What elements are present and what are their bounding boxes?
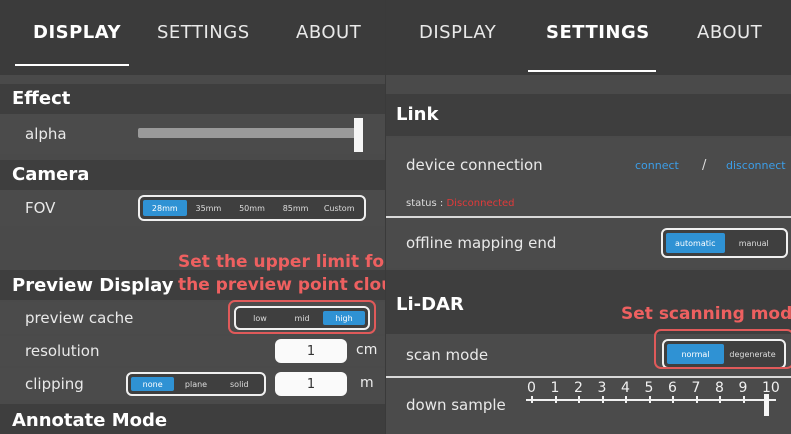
- active-tab-indicator: [15, 64, 129, 66]
- resolution-unit: cm: [356, 342, 378, 358]
- tab-bar: DISPLAY SETTINGS ABOUT: [386, 0, 791, 75]
- fov-option-custom[interactable]: Custom: [317, 200, 361, 216]
- offline-mapping-row: offline mapping end automatic manual: [386, 218, 791, 268]
- down-sample-label: down sample: [406, 396, 506, 414]
- fov-label: FOV: [25, 199, 56, 217]
- annotation-highlight-box: [228, 300, 376, 334]
- down-sample-tick-label: 4: [621, 380, 630, 396]
- down-sample-tick: [601, 396, 604, 403]
- clipping-option-plane[interactable]: plane: [174, 377, 217, 391]
- offline-option-manual[interactable]: manual: [725, 233, 784, 253]
- section-link-title: Link: [386, 94, 791, 136]
- tab-settings[interactable]: SETTINGS: [546, 22, 650, 43]
- tab-display[interactable]: DISPLAY: [33, 22, 121, 43]
- down-sample-tick-label: 0: [527, 380, 536, 396]
- down-sample-tick-label: 7: [691, 380, 701, 396]
- down-sample-tick: [554, 396, 557, 403]
- alpha-slider-track[interactable]: [138, 128, 363, 138]
- down-sample-tick-label: 5: [644, 380, 654, 396]
- tab-about[interactable]: ABOUT: [296, 22, 361, 43]
- tab-display[interactable]: DISPLAY: [419, 22, 496, 43]
- clipping-label: clipping: [25, 375, 84, 393]
- device-connection-label: device connection: [406, 156, 543, 174]
- annotation-highlight-box: [654, 329, 791, 369]
- clipping-input[interactable]: 1: [275, 372, 347, 396]
- clipping-option-solid[interactable]: solid: [218, 377, 261, 391]
- offline-mapping-label: offline mapping end: [406, 234, 557, 252]
- down-sample-row: down sample 0 1 2 3 4 5 6 7 8 9 10: [386, 378, 791, 434]
- down-sample-tick-label: 6: [668, 380, 677, 396]
- section-camera-title: Camera: [0, 160, 385, 190]
- alpha-slider-thumb[interactable]: [354, 118, 363, 152]
- alpha-row: alpha: [0, 114, 385, 154]
- down-sample-thumb[interactable]: [764, 394, 769, 416]
- connect-link[interactable]: connect: [635, 159, 679, 172]
- down-sample-track: [526, 399, 776, 401]
- disconnect-link[interactable]: disconnect: [726, 159, 786, 172]
- clipping-selector[interactable]: none plane solid: [126, 372, 266, 396]
- clipping-option-none[interactable]: none: [131, 377, 175, 391]
- preview-cache-label: preview cache: [25, 309, 134, 327]
- resolution-label: resolution: [25, 342, 100, 360]
- status-label: status :: [406, 198, 447, 209]
- link-separator: /: [702, 158, 707, 173]
- tab-bar: DISPLAY SETTINGS ABOUT: [0, 0, 385, 75]
- settings-panel: DISPLAY SETTINGS ABOUT Link device conne…: [386, 0, 791, 434]
- down-sample-tick: [672, 396, 674, 403]
- section-annotate-title: Annotate Mode: [0, 404, 385, 434]
- down-sample-tick: [742, 396, 745, 403]
- annotation-upper-limit-line1: Set the upper limit for: [178, 252, 385, 272]
- down-sample-tick: [719, 396, 721, 403]
- fov-option-85mm[interactable]: 85mm: [274, 200, 318, 216]
- down-sample-tick-label: 9: [738, 380, 748, 396]
- down-sample-tick: [531, 396, 533, 403]
- scan-mode-label: scan mode: [406, 346, 489, 364]
- tab-about[interactable]: ABOUT: [697, 22, 762, 43]
- resolution-row: resolution 1 cm: [0, 336, 385, 366]
- offline-mapping-selector[interactable]: automatic manual: [661, 228, 788, 258]
- down-sample-tick-label: 3: [597, 380, 607, 396]
- down-sample-tick: [625, 396, 627, 403]
- down-sample-tick: [695, 396, 698, 403]
- down-sample-tick-label: 2: [574, 380, 583, 396]
- alpha-label: alpha: [25, 125, 67, 143]
- tab-settings[interactable]: SETTINGS: [157, 22, 250, 43]
- fov-selector[interactable]: 28mm 35mm 50mm 85mm Custom: [138, 195, 366, 221]
- down-sample-tick-label: 1: [550, 380, 560, 396]
- down-sample-tick: [578, 396, 580, 403]
- fov-option-35mm[interactable]: 35mm: [187, 200, 231, 216]
- down-sample-tick-label: 8: [715, 380, 724, 396]
- annotation-scanning-mode: Set scanning mode: [621, 304, 791, 324]
- down-sample-slider[interactable]: 0 1 2 3 4 5 6 7 8 9 10: [526, 380, 780, 420]
- resolution-input[interactable]: 1: [275, 339, 347, 363]
- fov-row: FOV 28mm 35mm 50mm 85mm Custom: [0, 190, 385, 226]
- annotation-upper-limit-line2: the preview point cloud: [178, 275, 385, 295]
- status-value: Disconnected: [446, 198, 515, 209]
- down-sample-tick: [648, 396, 651, 403]
- clipping-row: clipping none plane solid 1 m: [0, 368, 385, 400]
- connection-status: status : Disconnected: [406, 198, 515, 209]
- display-panel: DISPLAY SETTINGS ABOUT Effect alpha Came…: [0, 0, 385, 434]
- offline-option-automatic[interactable]: automatic: [666, 233, 725, 253]
- device-connection-row: device connection connect / disconnect s…: [386, 138, 791, 216]
- fov-option-28mm[interactable]: 28mm: [143, 200, 187, 216]
- fov-option-50mm[interactable]: 50mm: [230, 200, 274, 216]
- section-effect-title: Effect: [0, 84, 385, 114]
- active-tab-indicator: [528, 70, 656, 72]
- clipping-unit: m: [360, 375, 374, 391]
